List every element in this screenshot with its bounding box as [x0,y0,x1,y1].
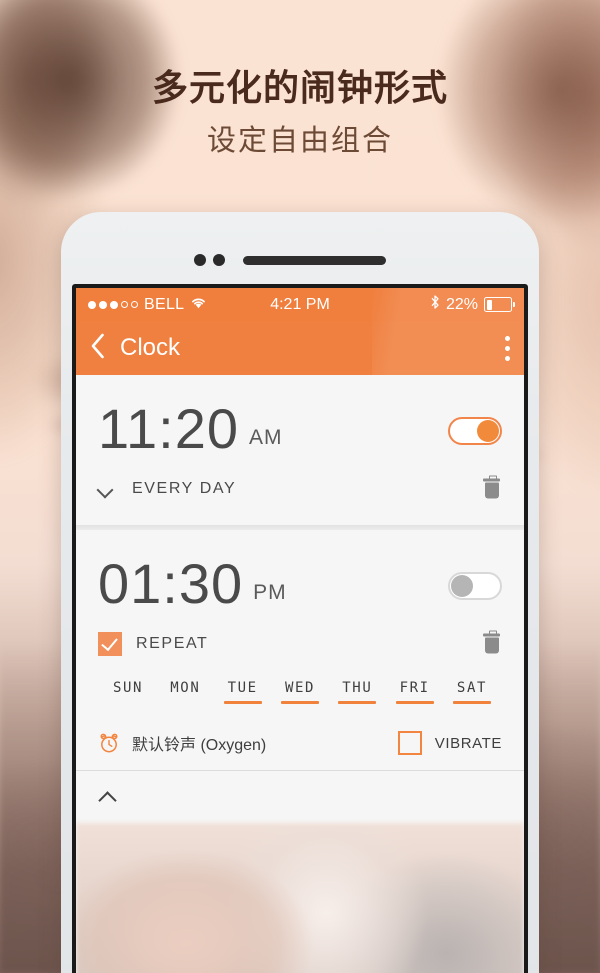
day-toggle-tue[interactable]: TUE [219,680,267,704]
background-photo-area [76,823,524,973]
battery-percent-label: 22% [445,295,478,313]
carrier-label: BELL [144,295,185,313]
phone-top-bezel [61,212,539,284]
day-label: SAT [456,680,488,696]
vibrate-control[interactable]: VIBRATE [397,731,502,755]
collapse-row[interactable] [76,771,524,823]
alarm-1-meridiem: AM [248,426,283,449]
alarm-2-meridiem: PM [253,581,287,604]
promo-screenshot: 多元化的闹钟形式 设定自由组合 BELL 4:21 PM 22% Clock 1… [0,0,600,973]
ringtone-row[interactable]: 默认铃声 (Oxygen) VIBRATE [76,716,524,770]
day-toggle-sun[interactable]: SUN [104,680,152,704]
sensor-icon [194,254,206,266]
status-bar-right: 22% [430,294,515,315]
phone-mockup: BELL 4:21 PM 22% Clock 11:20 AM EVERY DA… [61,212,539,973]
day-toggle-thu[interactable]: THU [333,680,381,704]
repeat-checkbox[interactable] [98,632,122,656]
day-label: TUE [227,680,258,696]
status-bar: BELL 4:21 PM 22% [76,288,524,321]
battery-icon [484,297,515,312]
ringtone-label: 默认铃声 (Oxygen) [132,737,267,754]
wifi-icon [190,296,207,314]
promo-headline: 多元化的闹钟形式 [151,67,448,108]
alarm-1-schedule-label: EVERY DAY [132,480,237,497]
alarm-card-1[interactable]: 11:20 AM EVERY DAY [76,375,524,525]
signal-strength-icon [88,300,138,309]
day-label: WED [284,680,316,696]
alarm-2-time[interactable]: 01:30 [98,556,243,612]
alarm-2-toggle[interactable] [448,572,502,600]
status-bar-left: BELL [88,296,207,314]
day-label: SUN [112,680,144,696]
bluetooth-icon [430,294,440,315]
vibrate-label: VIBRATE [434,734,502,752]
day-label: THU [342,680,373,696]
chevron-down-icon[interactable] [98,480,116,498]
promo-subheadline: 设定自由组合 [206,125,393,158]
alarm-clock-icon [98,732,120,754]
alarm-1-time[interactable]: 11:20 [98,401,239,457]
day-toggle-wed[interactable]: WED [276,680,324,704]
earpiece-speaker [243,256,386,265]
day-label: FRI [399,680,430,696]
vibrate-checkbox[interactable] [397,731,422,755]
alarm-1-toggle[interactable] [448,417,502,445]
alarm-2-repeat-row[interactable]: REPEAT [98,622,502,666]
overflow-menu-button[interactable] [505,335,510,361]
app-navbar: Clock [76,288,524,375]
alarm-1-meta-row[interactable]: EVERY DAY [98,467,502,511]
phone-screen: BELL 4:21 PM 22% Clock 11:20 AM EVERY DA… [76,288,524,973]
day-toggle-sat[interactable]: SAT [448,680,496,704]
day-label: MON [170,680,201,696]
day-toggle-fri[interactable]: FRI [391,680,439,704]
alarm-card-2[interactable]: 01:30 PM REPEAT SUN MON TUE WED THU FRI … [76,530,524,716]
alarm-2-time-row[interactable]: 01:30 PM [98,550,502,612]
chevron-up-icon[interactable] [98,790,118,804]
back-button[interactable] [90,333,106,364]
alarm-1-time-row[interactable]: 11:20 AM [98,395,502,457]
page-title: Clock [120,334,181,361]
trash-icon[interactable] [483,475,500,500]
alarm-2-repeat-label: REPEAT [136,635,209,652]
trash-icon[interactable] [483,630,500,655]
day-toggle-mon[interactable]: MON [161,680,209,704]
promo-headline-block: 多元化的闹钟形式 设定自由组合 [0,66,600,159]
front-camera-icon [213,254,225,266]
day-selector[interactable]: SUN MON TUE WED THU FRI SAT [98,666,502,716]
